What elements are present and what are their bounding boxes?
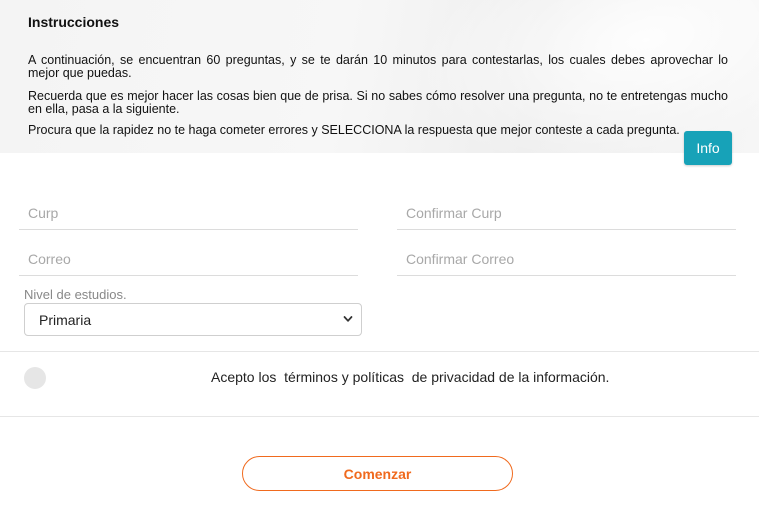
- confirm-email-field: [397, 243, 736, 276]
- email-input[interactable]: [19, 243, 358, 275]
- terms-suffix: de privacidad de la información.: [403, 369, 610, 385]
- terms-prefix: Acepto los: [211, 369, 285, 385]
- instructions-panel: Instrucciones A continuación, se encuent…: [0, 0, 759, 153]
- confirm-curp-input[interactable]: [397, 197, 736, 229]
- page: Instrucciones A continuación, se encuent…: [0, 0, 759, 509]
- chevron-down-icon: [343, 316, 353, 322]
- curp-input[interactable]: [19, 197, 358, 229]
- email-field: [19, 243, 358, 276]
- terms-text: Acepto los términos y políticas de priva…: [211, 369, 609, 385]
- start-button[interactable]: Comenzar: [242, 456, 513, 491]
- terms-link[interactable]: términos y políticas: [284, 369, 404, 385]
- divider: [0, 351, 759, 352]
- instructions-paragraph-3: Procura que la rapidez no te haga comete…: [28, 124, 680, 137]
- terms-toggle[interactable]: [24, 367, 46, 389]
- curp-field: [19, 197, 358, 230]
- education-level-label: Nivel de estudios.: [24, 287, 127, 302]
- instructions-title: Instrucciones: [28, 14, 120, 30]
- education-level-select[interactable]: Primaria: [24, 303, 362, 336]
- confirm-email-input[interactable]: [397, 243, 736, 275]
- education-level-value: Primaria: [39, 311, 92, 328]
- confirm-curp-field: [397, 197, 736, 230]
- instructions-paragraph-1: A continuación, se encuentran 60 pregunt…: [28, 53, 728, 80]
- instructions-paragraph-2: Recuerda que es mejor hacer las cosas bi…: [28, 89, 728, 116]
- divider: [0, 416, 759, 417]
- info-button[interactable]: Info: [684, 131, 732, 165]
